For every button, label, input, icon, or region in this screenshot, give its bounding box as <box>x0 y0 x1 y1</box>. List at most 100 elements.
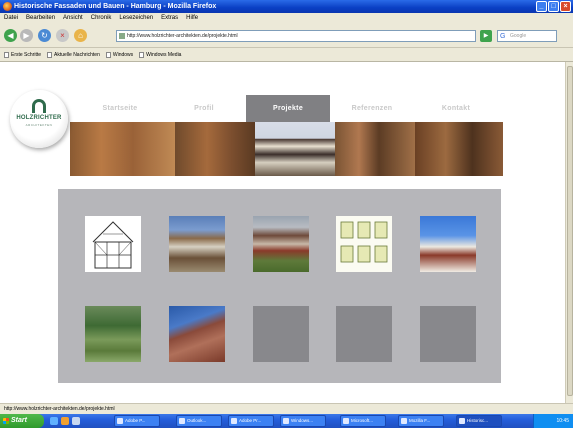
project-thumbnail[interactable] <box>169 216 225 272</box>
nav-startseite[interactable]: Startseite <box>78 95 162 122</box>
bookmark-page-icon <box>139 52 145 58</box>
stop-icon[interactable]: × <box>56 29 69 42</box>
fachwerk-drawing-image <box>92 221 134 269</box>
maximize-button[interactable]: □ <box>548 1 559 12</box>
nav-profil[interactable]: Profil <box>162 95 246 122</box>
project-thumbnail[interactable] <box>85 216 141 272</box>
quicklaunch-desktop-icon[interactable] <box>72 417 80 425</box>
page-viewport: HOLZRICHTER ARCHITEKTEN Startseite Profi… <box>0 62 565 403</box>
task-button[interactable]: Adobe Pr... <box>228 415 274 427</box>
task-app-icon <box>179 418 185 424</box>
bookmark-item[interactable]: Windows <box>105 49 134 61</box>
system-tray: 10:45 <box>533 414 573 428</box>
project-thumbnail[interactable] <box>336 216 392 272</box>
start-label: Start <box>11 417 27 424</box>
task-label: Adobe Pr... <box>239 418 262 423</box>
back-icon[interactable]: ◀ <box>4 29 17 42</box>
nav-projekte[interactable]: Projekte <box>246 95 330 122</box>
task-label: Mozilla F... <box>409 418 431 423</box>
bookmark-item[interactable]: Windows Media <box>139 49 181 61</box>
status-bar: http://www.holzrichter-architekten.de/pr… <box>0 403 573 414</box>
window-plan-image <box>340 221 388 263</box>
menu-hilfe[interactable]: Hilfe <box>186 13 198 24</box>
task-button[interactable]: Windows... <box>280 415 326 427</box>
task-button[interactable]: Outlook... <box>176 415 222 427</box>
empty-thumbnail <box>253 306 309 362</box>
header-banner <box>70 122 503 176</box>
task-label: Windows... <box>291 418 314 423</box>
forward-icon[interactable]: ▶ <box>20 29 33 42</box>
menu-extras[interactable]: Extras <box>161 13 178 24</box>
logo-subtitle: ARCHITEKTEN <box>25 123 53 127</box>
bookmark-label: Aktuelle Nachrichten <box>54 51 100 58</box>
nav-referenzen[interactable]: Referenzen <box>330 95 414 122</box>
page-icon <box>119 33 125 39</box>
task-label: Historisc... <box>467 418 489 423</box>
banner-house-image <box>255 122 335 176</box>
bookmark-page-icon <box>4 52 9 58</box>
bookmark-item[interactable]: Erste Schritte <box>4 49 41 61</box>
window-title: Historische Fassaden und Bauen - Hamburg… <box>14 3 217 10</box>
project-gallery <box>58 189 501 383</box>
task-app-icon <box>401 418 407 424</box>
project-thumbnail[interactable] <box>420 216 476 272</box>
project-thumbnail[interactable] <box>85 306 141 362</box>
bookmark-page-icon <box>47 52 53 58</box>
task-app-icon <box>231 418 237 424</box>
empty-thumbnail <box>336 306 392 362</box>
reload-icon[interactable]: ↻ <box>38 29 51 42</box>
task-button[interactable]: Mozilla F... <box>398 415 444 427</box>
bookmark-label: Windows Media <box>146 51 182 58</box>
banner-door-image <box>175 122 255 176</box>
bookmark-item[interactable]: Aktuelle Nachrichten <box>47 49 100 61</box>
project-thumbnail[interactable] <box>253 216 309 272</box>
task-app-icon <box>343 418 349 424</box>
vertical-scrollbar[interactable] <box>565 62 573 403</box>
task-label: Adobe P... <box>125 418 146 423</box>
menu-ansicht[interactable]: Ansicht <box>63 13 83 24</box>
google-icon: G <box>500 33 506 40</box>
bookmark-label: Erste Schritte <box>11 51 42 58</box>
firefox-icon <box>3 2 12 11</box>
home-icon[interactable]: ⌂ <box>74 29 87 42</box>
navigation-toolbar: ◀ ▶ ↻ × ⌂ http://www.holzrichter-archite… <box>0 24 573 48</box>
scrollbar-thumb[interactable] <box>567 66 573 396</box>
clock[interactable]: 10:45 <box>556 418 569 424</box>
minimize-button[interactable]: _ <box>536 1 547 12</box>
task-button[interactable]: Microsoft... <box>340 415 386 427</box>
go-icon[interactable]: ▶ <box>480 30 492 42</box>
task-button[interactable]: Adobe P... <box>114 415 160 427</box>
start-button[interactable]: Start <box>0 414 44 428</box>
address-bar[interactable]: http://www.holzrichter-architekten.de/pr… <box>116 30 476 42</box>
task-app-icon <box>117 418 123 424</box>
logo-name: HOLZRICHTER <box>16 115 62 121</box>
quicklaunch-ie-icon[interactable] <box>50 417 58 425</box>
close-button[interactable]: × <box>560 1 571 12</box>
site-navigation: Startseite Profil Projekte Referenzen Ko… <box>78 95 498 125</box>
search-input[interactable]: G Google <box>497 30 557 42</box>
task-label: Microsoft... <box>351 418 374 423</box>
window-title-bar[interactable]: Historische Fassaden und Bauen - Hamburg… <box>0 0 573 13</box>
window-controls: _ □ × <box>536 1 571 12</box>
task-app-icon <box>459 418 465 424</box>
bookmark-label: Windows <box>112 51 134 58</box>
taskbar: Start Adobe P... Outlook... Adobe Pr... … <box>0 414 573 428</box>
menu-chronik[interactable]: Chronik <box>91 13 112 24</box>
empty-thumbnail <box>420 306 476 362</box>
bookmark-page-icon <box>105 52 111 58</box>
logo-arch-icon <box>32 99 46 113</box>
menu-bearbeiten[interactable]: Bearbeiten <box>26 13 55 24</box>
search-placeholder: Google <box>510 33 527 39</box>
bookmarks-toolbar: Erste Schritte Aktuelle Nachrichten Wind… <box>0 49 573 62</box>
task-button-active[interactable]: Historisc... <box>456 415 502 427</box>
menu-lesezeichen[interactable]: Lesezeichen <box>119 13 153 24</box>
screen: Historische Fassaden und Bauen - Hamburg… <box>0 0 573 428</box>
site-logo[interactable]: HOLZRICHTER ARCHITEKTEN <box>10 90 68 148</box>
banner-beam-image <box>335 122 415 176</box>
quicklaunch-firefox-icon[interactable] <box>61 417 69 425</box>
task-label: Outlook... <box>187 418 207 423</box>
nav-kontakt[interactable]: Kontakt <box>414 95 498 122</box>
banner-wood-image <box>70 122 175 176</box>
menu-datei[interactable]: Datei <box>4 13 18 24</box>
project-thumbnail[interactable] <box>169 306 225 362</box>
